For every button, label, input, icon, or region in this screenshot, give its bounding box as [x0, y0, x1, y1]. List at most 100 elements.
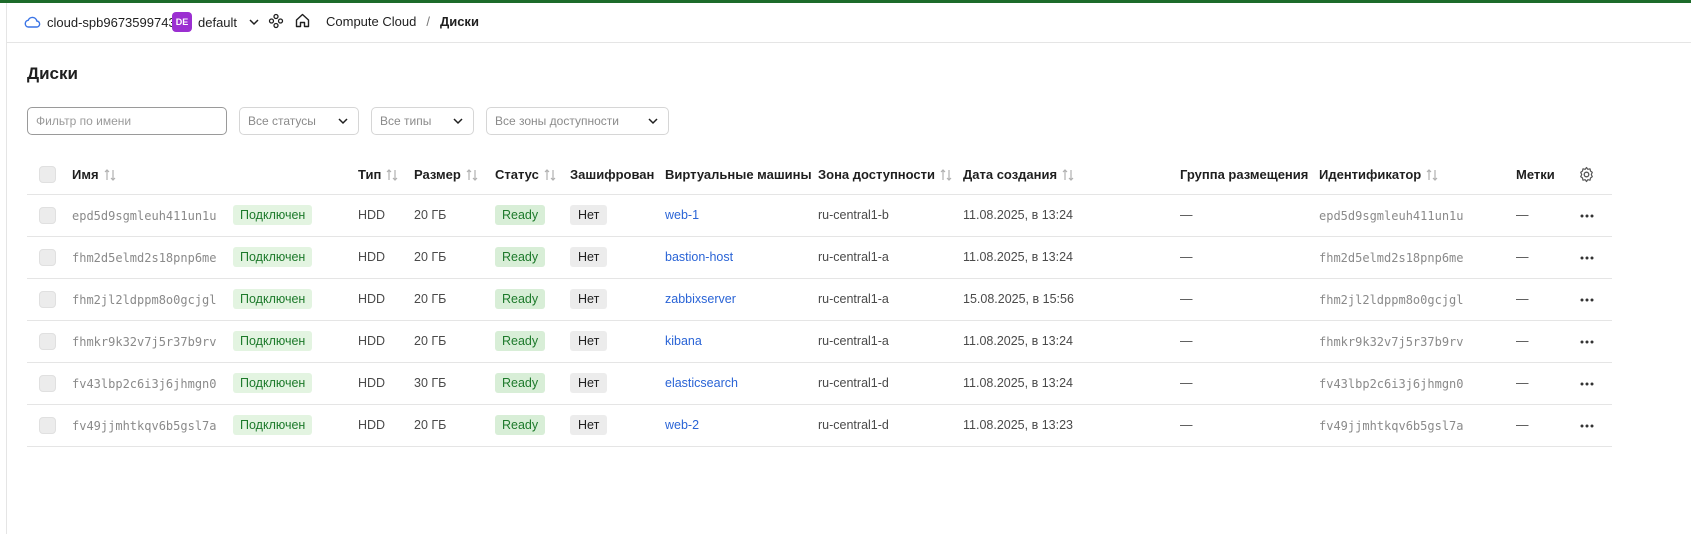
table-row[interactable]: fhm2d5elmd2s18pnp6me Подключен HDD 20 ГБ Rea… [27, 237, 1612, 279]
column-header-name[interactable]: Имя [72, 167, 117, 182]
attached-badge: Подключен [233, 205, 313, 225]
more-actions-icon[interactable] [1578, 249, 1596, 267]
disk-size: 20 ГБ [414, 250, 447, 264]
vm-link[interactable]: bastion-host [665, 250, 733, 264]
table-row[interactable]: fv43lbp2c6i3j6jhmgn0 Подключен HDD 30 ГБ Rea… [27, 363, 1612, 405]
disk-type: HDD [358, 418, 386, 432]
zone-value: ru-central1-a [818, 292, 889, 306]
table-header-row: Имя Тип Размер Статус Зашифрован Виртуал… [27, 155, 1612, 195]
table-row[interactable]: fhm2jl2ldppm8o0gcjgl Подключен HDD 20 ГБ Rea… [27, 279, 1612, 321]
name-filter-input[interactable] [27, 107, 227, 135]
created-date: 11.08.2025, в 13:23 [963, 418, 1073, 432]
status-badge: Ready [495, 373, 546, 393]
more-actions-icon[interactable] [1578, 207, 1596, 225]
table-row[interactable]: fv49jjmhtkqv6b5gsl7a Подключен HDD 20 ГБ Rea… [27, 405, 1612, 447]
column-header-placement: Группа размещения [1180, 167, 1309, 182]
table-row[interactable]: epd5d9sgmleuh411un1u Подключен HDD 20 ГБ Rea… [27, 195, 1612, 237]
labels-value: — [1516, 418, 1529, 432]
zone-filter-value: Все зоны доступности [495, 114, 619, 128]
breadcrumb-current: Диски [439, 14, 479, 29]
row-checkbox[interactable] [39, 249, 56, 266]
disk-type: HDD [358, 208, 386, 222]
created-date: 11.08.2025, в 13:24 [963, 208, 1073, 222]
row-checkbox[interactable] [39, 207, 56, 224]
vm-link[interactable]: web-2 [665, 418, 699, 432]
vm-link[interactable]: zabbixserver [665, 292, 736, 306]
zone-value: ru-central1-a [818, 250, 889, 264]
labels-value: — [1516, 376, 1529, 390]
select-all-checkbox[interactable] [39, 166, 56, 183]
home-icon[interactable] [294, 12, 311, 29]
placement-value: — [1180, 334, 1193, 348]
sort-icon [544, 168, 556, 181]
chevron-down-icon [648, 118, 658, 125]
sort-icon [386, 168, 398, 181]
disk-name[interactable]: fhm2d5elmd2s18pnp6me [72, 251, 217, 265]
status-badge: Ready [495, 289, 546, 309]
column-header-zone[interactable]: Зона доступности [818, 167, 953, 182]
row-checkbox[interactable] [39, 375, 56, 392]
more-actions-icon[interactable] [1578, 375, 1596, 393]
disk-id: epd5d9sgmleuh411un1u [1319, 209, 1464, 223]
vm-link[interactable]: elasticsearch [665, 376, 738, 390]
page-title: Диски [27, 64, 78, 83]
column-header-size[interactable]: Размер [414, 167, 479, 182]
more-actions-icon[interactable] [1578, 333, 1596, 351]
sort-icon [1426, 168, 1438, 181]
placement-value: — [1180, 376, 1193, 390]
placement-value: — [1180, 250, 1193, 264]
table-row[interactable]: fhmkr9k32v7j5r37b9rv Подключен HDD 20 ГБ Rea… [27, 321, 1612, 363]
encrypted-badge: Нет [570, 205, 608, 225]
column-header-status[interactable]: Статус [495, 167, 557, 182]
disk-name[interactable]: fv43lbp2c6i3j6jhmgn0 [72, 377, 217, 391]
disk-size: 20 ГБ [414, 334, 447, 348]
column-header-id[interactable]: Идентификатор [1319, 167, 1439, 182]
disk-size: 30 ГБ [414, 376, 447, 390]
encrypted-badge: Нет [570, 331, 608, 351]
more-actions-icon[interactable] [1578, 291, 1596, 309]
chevron-down-icon [453, 118, 463, 125]
disk-name[interactable]: fhmkr9k32v7j5r37b9rv [72, 335, 217, 349]
disk-name[interactable]: epd5d9sgmleuh411un1u [72, 209, 217, 223]
encrypted-badge: Нет [570, 289, 608, 309]
row-checkbox[interactable] [39, 291, 56, 308]
zone-value: ru-central1-a [818, 334, 889, 348]
zone-filter-select[interactable]: Все зоны доступности [486, 107, 669, 135]
created-date: 15.08.2025, в 15:56 [963, 292, 1074, 306]
more-actions-icon[interactable] [1578, 417, 1596, 435]
status-filter-select[interactable]: Все статусы [239, 107, 359, 135]
created-date: 11.08.2025, в 13:24 [963, 376, 1073, 390]
cloud-selector[interactable]: cloud-spb9673599743 [23, 13, 176, 31]
created-date: 11.08.2025, в 13:24 [963, 334, 1073, 348]
breadcrumb-separator: / [426, 14, 430, 29]
vm-link[interactable]: kibana [665, 334, 702, 348]
disk-id: fhm2d5elmd2s18pnp6me [1319, 251, 1464, 265]
row-checkbox[interactable] [39, 417, 56, 434]
encrypted-badge: Нет [570, 415, 608, 435]
labels-value: — [1516, 250, 1529, 264]
status-badge: Ready [495, 205, 546, 225]
disk-name[interactable]: fv49jjmhtkqv6b5gsl7a [72, 419, 217, 433]
breadcrumb-service[interactable]: Compute Cloud [326, 14, 416, 29]
chevron-down-icon [338, 118, 348, 125]
table-settings-gear-icon[interactable] [1578, 166, 1595, 183]
folder-selector[interactable]: DE default [172, 12, 261, 32]
column-header-type[interactable]: Тип [358, 167, 399, 182]
attached-badge: Подключен [233, 415, 313, 435]
breadcrumb: Compute Cloud / Диски [326, 14, 479, 29]
disk-id: fv49jjmhtkqv6b5gsl7a [1319, 419, 1464, 433]
vm-link[interactable]: web-1 [665, 208, 699, 222]
labels-value: — [1516, 208, 1529, 222]
column-header-created[interactable]: Дата создания [963, 167, 1075, 182]
row-checkbox[interactable] [39, 333, 56, 350]
type-filter-select[interactable]: Все типы [371, 107, 474, 135]
disk-name[interactable]: fhm2jl2ldppm8o0gcjgl [72, 293, 217, 307]
column-header-vms: Виртуальные машины [665, 167, 812, 182]
created-date: 11.08.2025, в 13:24 [963, 250, 1073, 264]
zone-value: ru-central1-b [818, 208, 889, 222]
column-header-labels: Метки [1516, 167, 1555, 182]
services-icon[interactable] [268, 13, 284, 29]
encrypted-badge: Нет [570, 373, 608, 393]
attached-badge: Подключен [233, 373, 313, 393]
disk-type: HDD [358, 334, 386, 348]
